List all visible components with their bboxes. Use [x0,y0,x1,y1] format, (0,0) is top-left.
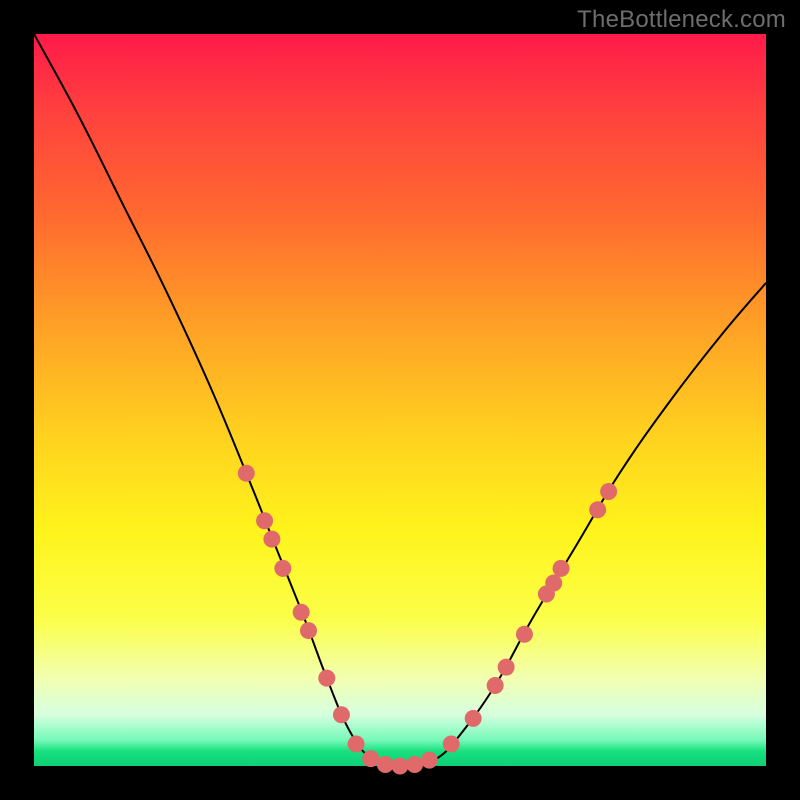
data-marker [256,512,273,529]
data-marker [293,604,310,621]
data-marker [333,706,350,723]
data-marker [443,736,460,753]
data-marker [362,750,379,767]
chart-svg [34,34,766,766]
data-marker [377,756,394,773]
data-marker [406,756,423,773]
data-marker [392,758,409,775]
data-marker [465,710,482,727]
data-marker [274,560,291,577]
data-marker [545,575,562,592]
data-marker [421,752,438,769]
bottleneck-curve [34,34,766,767]
data-marker [318,670,335,687]
data-marker [487,677,504,694]
data-marker [238,465,255,482]
chart-stage: TheBottleneck.com [0,0,800,800]
data-marker [498,659,515,676]
data-marker [300,622,317,639]
data-markers [238,465,617,775]
data-marker [589,501,606,518]
data-marker [553,560,570,577]
data-marker [348,736,365,753]
watermark-text: TheBottleneck.com [577,6,786,34]
plot-area [34,34,766,766]
data-marker [516,626,533,643]
data-marker [600,483,617,500]
data-marker [263,531,280,548]
